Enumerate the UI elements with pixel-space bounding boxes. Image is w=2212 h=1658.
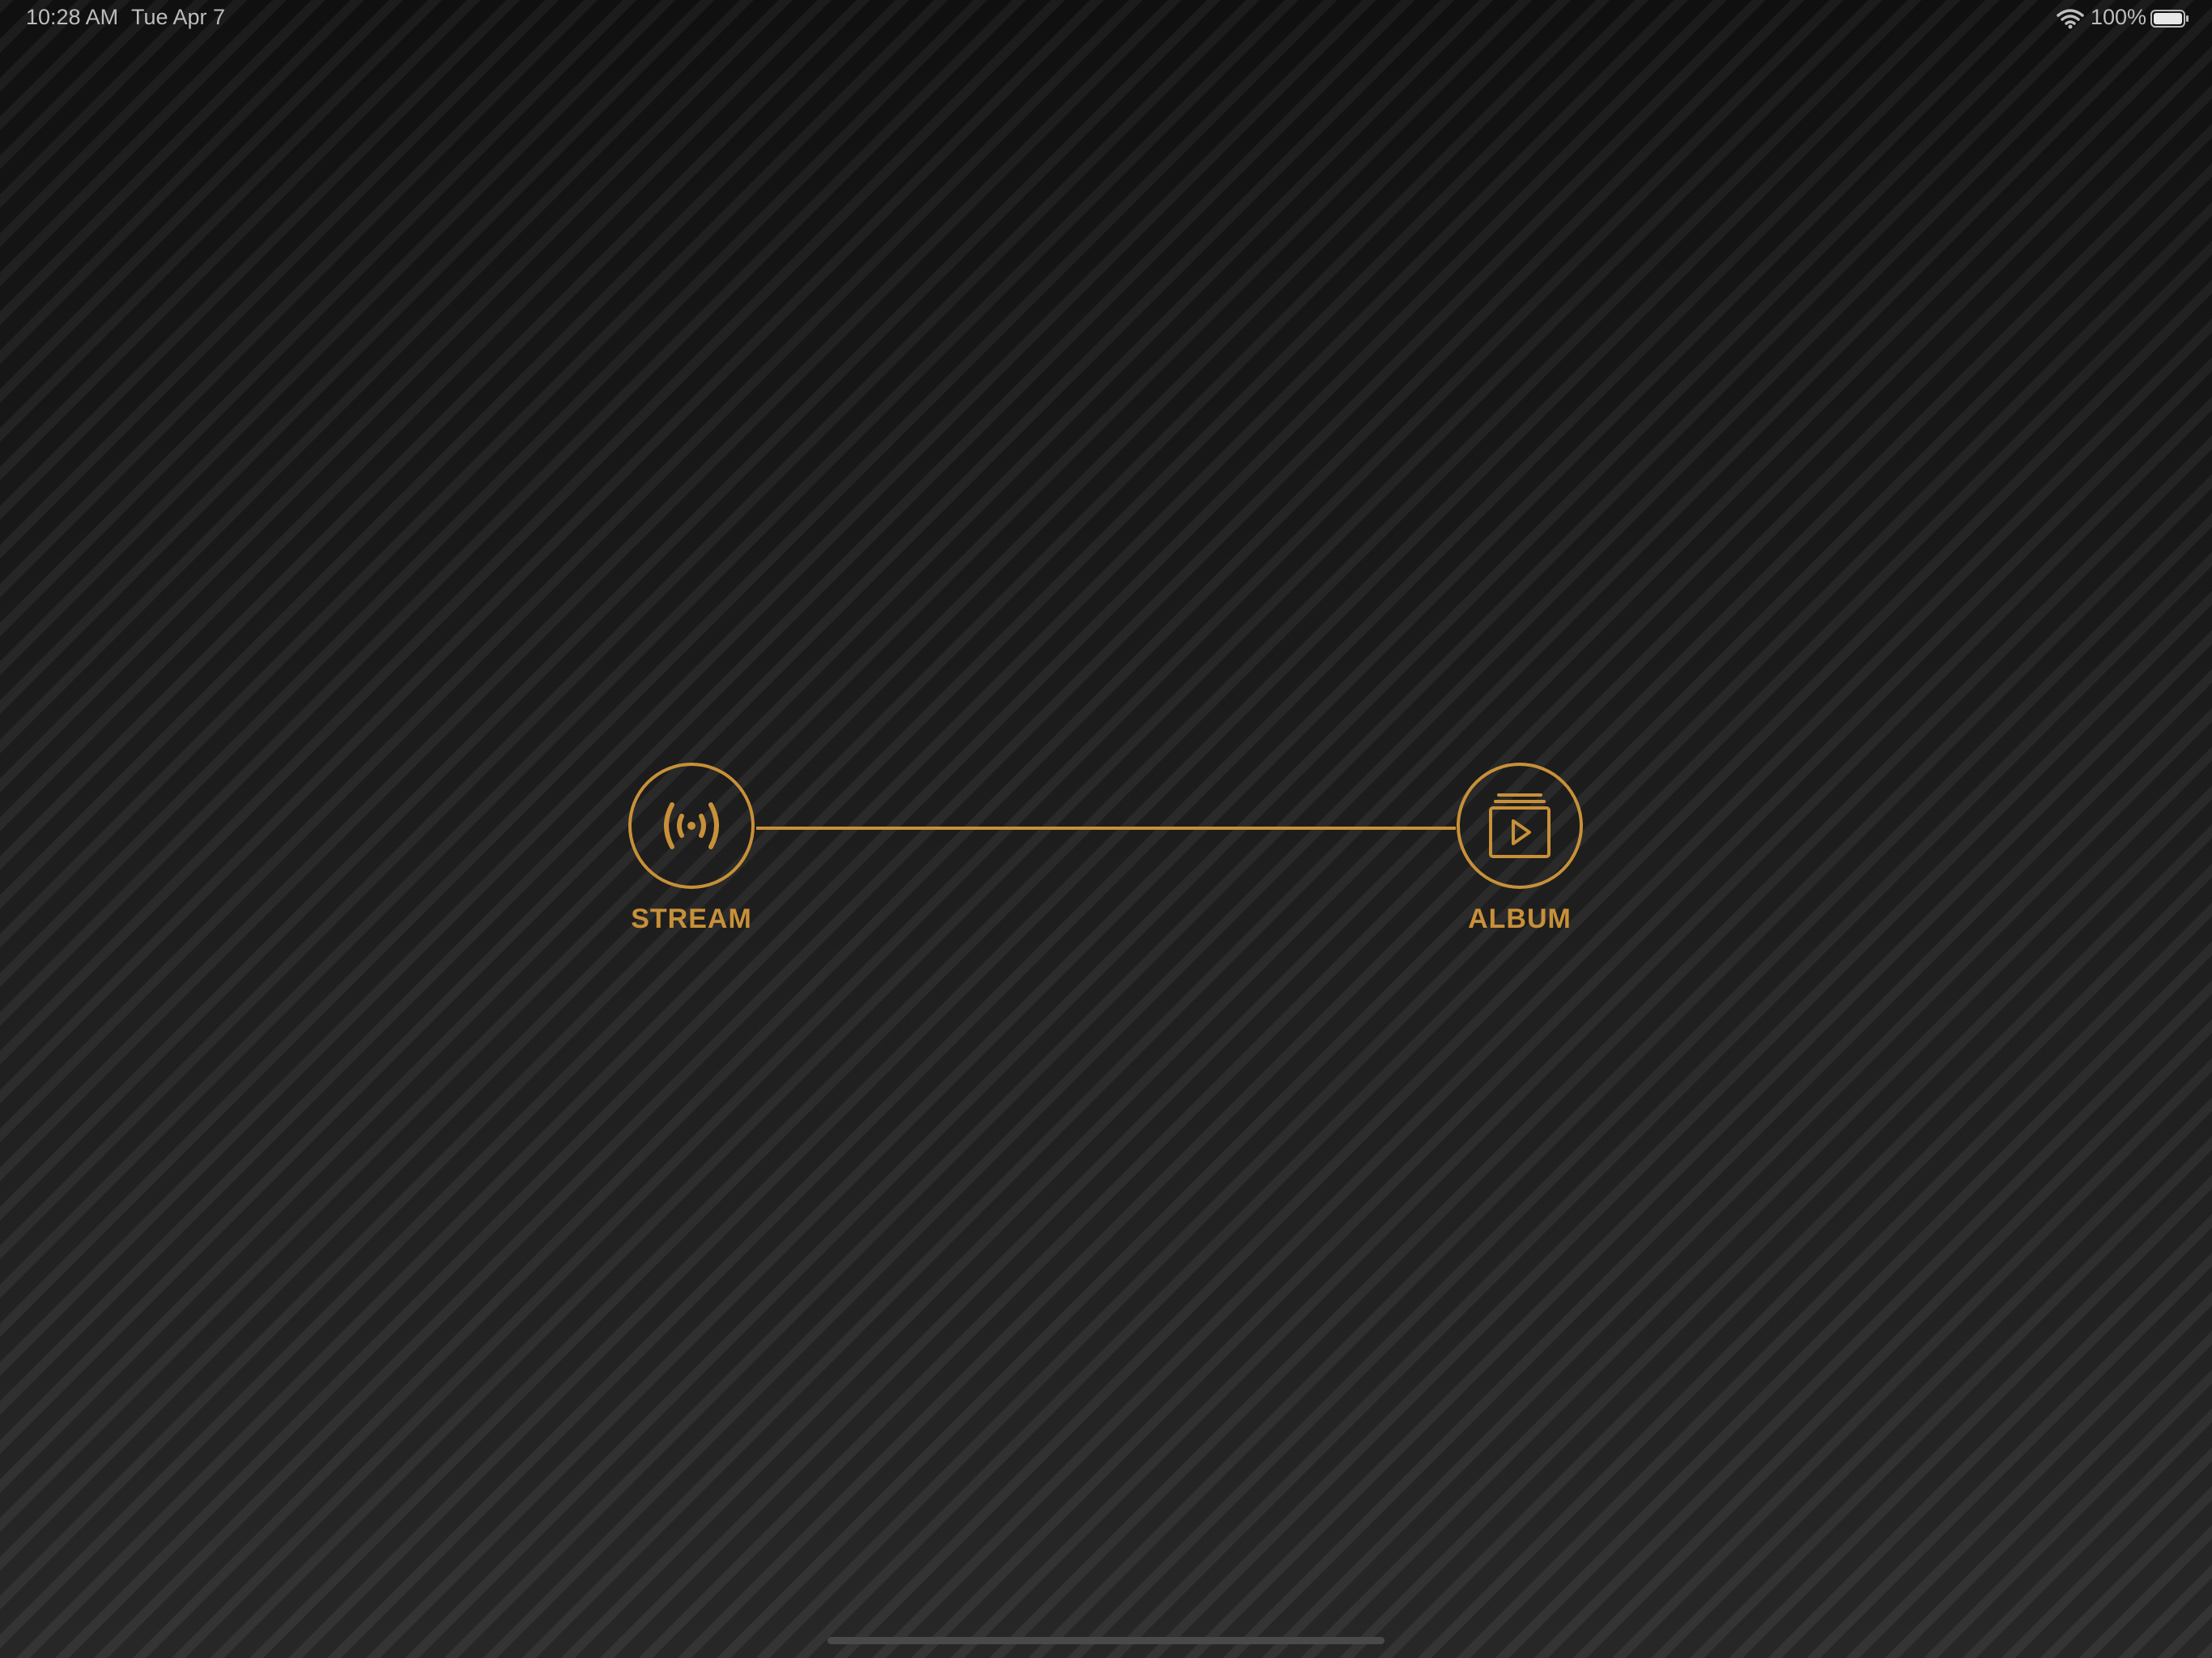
broadcast-icon bbox=[664, 802, 719, 849]
wifi-icon bbox=[2057, 8, 2084, 29]
connection-line bbox=[756, 827, 1456, 830]
battery-percent: 100% bbox=[2091, 5, 2147, 29]
stream-node[interactable]: STREAM bbox=[626, 763, 757, 935]
album-node[interactable]: ALBUM bbox=[1454, 763, 1585, 935]
album-button[interactable] bbox=[1457, 763, 1583, 889]
album-play-icon bbox=[1489, 793, 1551, 858]
status-date: Tue Apr 7 bbox=[131, 5, 226, 29]
home-indicator[interactable] bbox=[827, 1637, 1385, 1644]
stream-button[interactable] bbox=[628, 763, 755, 889]
battery-full-icon bbox=[2150, 10, 2189, 28]
stream-label: STREAM bbox=[631, 903, 752, 934]
app-screen: 10:28 AM Tue Apr 7 100% STREAM ALBUM bbox=[0, 0, 2212, 1658]
album-label: ALBUM bbox=[1468, 903, 1572, 934]
status-bar: 10:28 AM Tue Apr 7 100% bbox=[0, 0, 2212, 39]
status-time: 10:28 AM bbox=[26, 5, 119, 29]
